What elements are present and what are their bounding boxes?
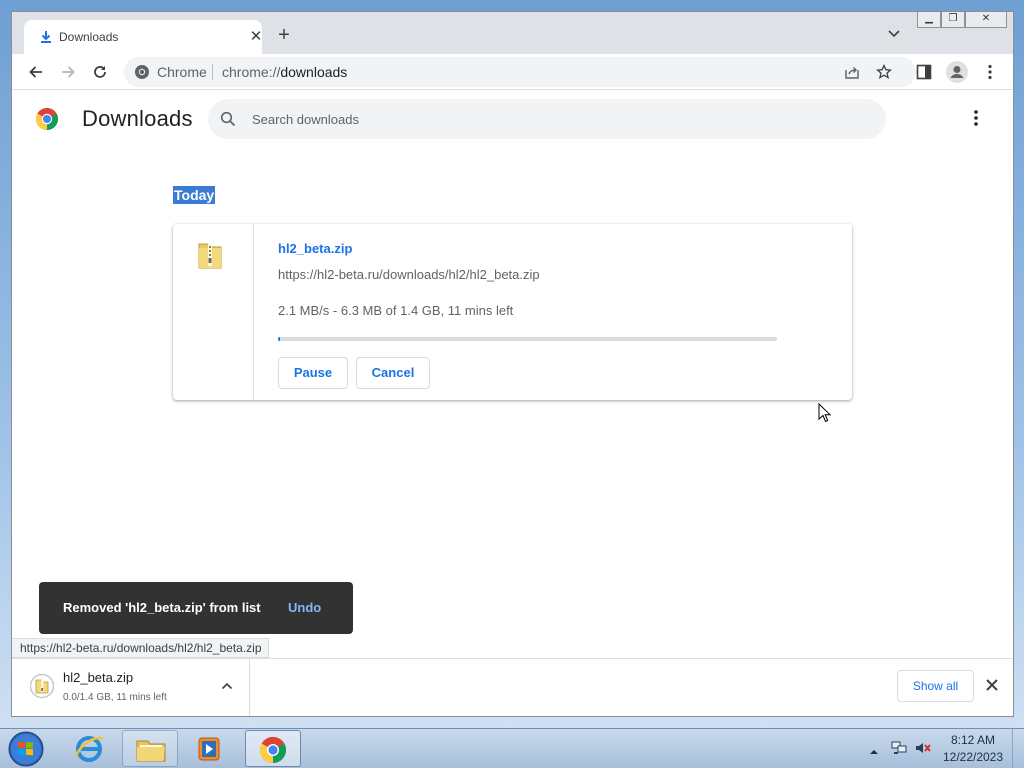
windows-taskbar: 8:12 AM 12/22/2023 (0, 728, 1024, 768)
clock-time[interactable]: 8:12 AM (946, 733, 1000, 747)
file-explorer-icon (136, 740, 166, 762)
more-actions-icon[interactable] (970, 108, 982, 128)
cancel-button[interactable]: Cancel (356, 357, 430, 389)
tab-close-icon[interactable]: ✕ (248, 29, 264, 45)
show-desktop-button[interactable] (1012, 729, 1024, 768)
search-icon (220, 111, 236, 127)
taskbar-file-explorer[interactable] (122, 730, 178, 767)
side-panel-icon[interactable] (915, 63, 933, 81)
back-icon[interactable] (27, 63, 45, 81)
zip-folder-icon (195, 238, 225, 272)
removed-toast: Removed 'hl2_beta.zip' from list Undo (39, 582, 353, 634)
internet-explorer-icon (74, 736, 104, 762)
mouse-cursor-icon (818, 402, 832, 423)
taskbar-media-player[interactable] (182, 730, 238, 767)
download-shelf: hl2_beta.zip 0.0/1.4 GB, 11 mins left Sh… (12, 658, 1013, 716)
media-player-icon (198, 737, 220, 761)
chrome-window: Downloads ✕ + ▁ ❐ ✕ Chrome chrome://down… (11, 11, 1014, 717)
reload-icon[interactable] (91, 63, 109, 81)
address-bar[interactable]: Chrome chrome://downloads (124, 57, 916, 87)
tab-title: Downloads (59, 30, 119, 44)
downloads-page: Downloads Today (12, 90, 1013, 658)
show-all-button[interactable]: Show all (897, 670, 974, 702)
tab-downloads[interactable]: Downloads ✕ (24, 20, 262, 54)
chevron-up-icon[interactable] (219, 678, 235, 694)
site-label: Chrome (157, 64, 207, 80)
close-shelf-icon[interactable] (984, 677, 1000, 693)
url-scheme: chrome:// (222, 64, 281, 80)
url-host: downloads (280, 64, 348, 80)
search-input[interactable] (252, 107, 852, 131)
network-icon[interactable] (890, 740, 908, 756)
url-text[interactable]: chrome://downloads (222, 64, 347, 80)
download-file-name-link[interactable]: hl2_beta.zip (278, 241, 352, 256)
tray-overflow-icon[interactable] (869, 744, 879, 754)
forward-icon[interactable] (59, 63, 77, 81)
download-status-text: 2.1 MB/s - 6.3 MB of 1.4 GB, 11 mins lef… (278, 303, 514, 318)
shelf-file-status: 0.0/1.4 GB, 11 mins left (63, 692, 167, 703)
downloads-header: Downloads (12, 90, 1013, 146)
date-group-heading: Today (173, 186, 216, 204)
browser-toolbar: Chrome chrome://downloads (12, 54, 1013, 90)
download-icon (38, 29, 54, 45)
search-box[interactable] (208, 99, 886, 139)
minimize-icon[interactable]: ▁ (917, 12, 941, 28)
profile-avatar-icon[interactable] (946, 61, 968, 83)
download-progress-fill (278, 337, 281, 341)
start-button-icon[interactable] (7, 731, 45, 767)
taskbar-chrome[interactable] (245, 730, 301, 767)
shelf-file-name: hl2_beta.zip (63, 670, 134, 685)
zip-folder-icon (29, 673, 55, 699)
chrome-menu-icon[interactable] (981, 63, 999, 81)
chrome-logo-icon (35, 107, 59, 131)
chrome-site-icon[interactable] (134, 64, 150, 80)
bookmark-star-icon[interactable] (875, 63, 893, 80)
chrome-icon (259, 736, 287, 764)
share-icon[interactable] (844, 64, 860, 80)
toast-message: Removed 'hl2_beta.zip' from list (63, 600, 261, 615)
window-controls: ▁ ❐ ✕ (917, 12, 1007, 30)
page-title: Downloads (82, 106, 193, 131)
download-source-url: https://hl2-beta.ru/downloads/hl2/hl2_be… (278, 267, 540, 282)
omnibox-divider (212, 64, 213, 80)
link-status-bubble: https://hl2-beta.ru/downloads/hl2/hl2_be… (12, 638, 269, 658)
download-icon-column (173, 224, 254, 400)
new-tab-icon[interactable]: + (275, 25, 293, 45)
download-progress-bar (278, 337, 777, 341)
tab-strip: Downloads ✕ + ▁ ❐ ✕ (12, 12, 1013, 54)
pause-button[interactable]: Pause (278, 357, 348, 389)
clock-date[interactable]: 12/22/2023 (942, 750, 1004, 764)
volume-muted-icon[interactable] (914, 740, 932, 756)
taskbar-internet-explorer[interactable] (62, 730, 118, 767)
undo-button[interactable]: Undo (288, 600, 321, 615)
window-close-icon[interactable]: ✕ (965, 12, 1007, 28)
download-item-card: hl2_beta.zip https://hl2-beta.ru/downloa… (173, 224, 852, 400)
shelf-download-item[interactable]: hl2_beta.zip 0.0/1.4 GB, 11 mins left (12, 659, 250, 716)
restore-icon[interactable]: ❐ (941, 12, 965, 28)
tab-search-chevron-icon[interactable] (886, 28, 902, 40)
